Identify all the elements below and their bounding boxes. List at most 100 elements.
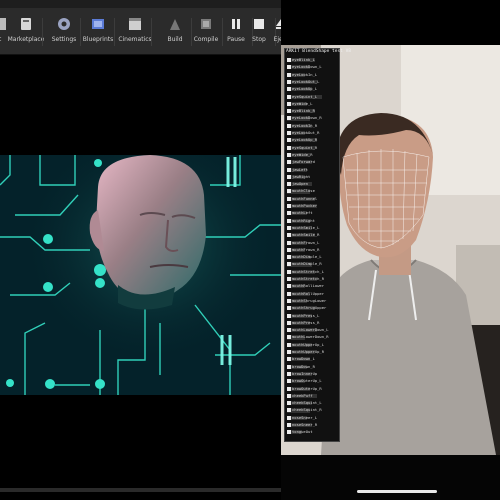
- blendshape-label: tongueOut: [292, 429, 313, 435]
- blendshape-label: mouthPucker: [292, 203, 318, 208]
- save-icon: [0, 18, 6, 30]
- blendshape-row: mouthPucker: [287, 203, 337, 209]
- cinematics-toolbar-button[interactable]: Cinematics: [117, 11, 153, 53]
- blendshape-label: eyeBlink_R: [292, 108, 315, 114]
- blendshape-row: mouthPress_L: [287, 313, 337, 319]
- blendshape-row: mouthRollLower: [287, 283, 337, 289]
- blendshape-label: mouthRollUpper: [292, 290, 325, 296]
- blueprints-icon: [92, 19, 104, 29]
- blendshape-label: noseSneer_R: [292, 422, 318, 427]
- blendshape-label: mouthUpperUp_L: [292, 341, 325, 347]
- blendshape-label: eyeLookDown_R: [292, 115, 322, 121]
- blendshape-label: mouthLeft: [292, 210, 313, 216]
- blendshape-label: mouthLowerDown_R: [292, 334, 329, 340]
- settings-icon: [58, 18, 70, 30]
- blendshape-row: mouthRollUpper: [287, 291, 337, 297]
- blendshape-label: mouthRollLower: [292, 283, 325, 289]
- blendshape-row: eyeLookUp_R: [287, 137, 337, 143]
- blendshape-label: jawForward: [292, 159, 315, 165]
- marketplace-toolbar-button[interactable]: Marketplace: [8, 11, 44, 53]
- blendshape-panel-title: ARKIT BlendShape test V8: [286, 49, 352, 54]
- level-viewport[interactable]: [0, 155, 281, 395]
- blendshape-label: mouthFunnel: [292, 195, 318, 201]
- blendshape-row: eyeBlink_R: [287, 108, 337, 114]
- blendshape-label: mouthClose: [292, 188, 315, 194]
- blendshape-row: eyeLookOut_R: [287, 130, 337, 136]
- blendshape-row: mouthLowerDown_R: [287, 334, 337, 340]
- blendshape-label: eyeLookOut_L: [292, 78, 320, 84]
- viewport-scene: [0, 155, 281, 395]
- toolbar-button-label: t: [0, 36, 1, 43]
- blendshape-label: cheekSquint_L: [292, 400, 322, 406]
- blendshape-row: mouthRight: [287, 218, 337, 224]
- blendshape-label: eyeSquint_L: [292, 93, 318, 99]
- blendshape-row: browOuterUp_L: [287, 378, 337, 384]
- blendshape-label: browDown_L: [292, 356, 315, 362]
- blendshape-row: mouthLowerDown_L: [287, 327, 337, 333]
- blendshape-row: cheekSquint_L: [287, 400, 337, 406]
- toolbar-button-label: Compile: [193, 36, 219, 43]
- blendshape-row: mouthSmile_R: [287, 232, 337, 238]
- blendshape-row: jawLeft: [287, 167, 337, 173]
- blendshape-row: jawForward: [287, 159, 337, 165]
- blendshape-label: browOuterUp_L: [292, 378, 322, 384]
- blendshape-row: mouthPress_R: [287, 320, 337, 326]
- blendshape-row: jawOpen: [287, 181, 337, 187]
- blendshape-label: jawOpen: [292, 181, 309, 187]
- blendshape-row: eyeWide_L: [287, 101, 337, 107]
- home-indicator[interactable]: [357, 490, 437, 493]
- cinematics-icon: [129, 18, 141, 30]
- blendshape-row: eyeLookIn_R: [287, 123, 337, 129]
- t-toolbar-button[interactable]: t: [0, 11, 6, 53]
- blendshape-label: cheekSquint_R: [292, 407, 322, 413]
- blendshape-row: mouthFunnel: [287, 196, 337, 202]
- blendshape-row: mouthClose: [287, 188, 337, 194]
- toolbar-button-label: Cinematics: [118, 36, 152, 43]
- toolbar-button-label: Marketplace: [7, 36, 45, 43]
- blendshape-row: mouthShrugLower: [287, 298, 337, 304]
- blendshape-label: cheekPuff: [292, 392, 313, 398]
- blendshape-row: jawRight: [287, 174, 337, 180]
- blendshape-row: eyeWide_R: [287, 152, 337, 158]
- blendshape-row: eyeLookIn_L: [287, 72, 337, 78]
- blendshape-label: mouthStretch_R: [292, 276, 325, 281]
- blendshape-row: mouthSmile_L: [287, 225, 337, 231]
- blendshape-row: mouthStretch_R: [287, 276, 337, 282]
- eject-toolbar-button[interactable]: Eject: [263, 11, 281, 53]
- blendshape-label: mouthShrugLower: [292, 297, 327, 303]
- blendshape-list: eyeBlink_L eyeLookDown_L eyeLookIn_L eyeLoo…: [285, 57, 337, 437]
- editor-toolbar: t Marketplace Settings Blueprints Cinematics…: [0, 8, 281, 55]
- blendshape-row: noseSneer_L: [287, 415, 337, 421]
- blendshape-row: mouthStretch_L: [287, 269, 337, 275]
- engine-editor-window: t Marketplace Settings Blueprints Cinematics…: [0, 0, 281, 500]
- blendshape-row: cheekSquint_R: [287, 407, 337, 413]
- blendshape-label: noseSneer_L: [292, 414, 318, 420]
- blendshape-row: browDown_L: [287, 356, 337, 362]
- blueprints-toolbar-button[interactable]: Blueprints: [80, 11, 116, 53]
- toolbar-separator: [42, 18, 43, 46]
- toolbar-separator: [114, 18, 115, 46]
- blendshape-label: mouthRight: [292, 217, 315, 223]
- blendshape-row: eyeBlink_L: [287, 57, 337, 63]
- blendshape-label: jawRight: [292, 173, 311, 179]
- toolbar-button-label: Settings: [51, 36, 77, 43]
- blendshape-label: mouthFrown_L: [292, 239, 320, 245]
- blendshape-row: eyeLookOut_L: [287, 79, 337, 85]
- blendshape-row: eyeSquint_R: [287, 145, 337, 151]
- blendshape-row: mouthFrown_L: [287, 240, 337, 246]
- blendshape-label: mouthPress_L: [292, 312, 320, 318]
- blendshape-label: eyeWide_R: [292, 151, 313, 157]
- blendshape-row: cheekPuff: [287, 393, 337, 399]
- blendshape-label: eyeWide_L: [292, 100, 313, 106]
- blendshape-label: eyeLookOut_R: [292, 130, 320, 135]
- blendshape-label: mouthLowerDown_L: [292, 327, 329, 333]
- toolbar-button-label: Eject: [273, 36, 281, 43]
- blendshape-label: browOuterUp_R: [292, 385, 322, 391]
- blendshape-row: mouthUpperUp_L: [287, 342, 337, 348]
- compile-icon: [201, 19, 211, 29]
- blendshape-row: browOuterUp_R: [287, 386, 337, 392]
- toolbar-button-label: Blueprints: [82, 36, 114, 43]
- toolbar-button-label: Build: [167, 36, 183, 43]
- toolbar-separator: [151, 18, 152, 46]
- settings-toolbar-button[interactable]: Settings: [46, 11, 82, 53]
